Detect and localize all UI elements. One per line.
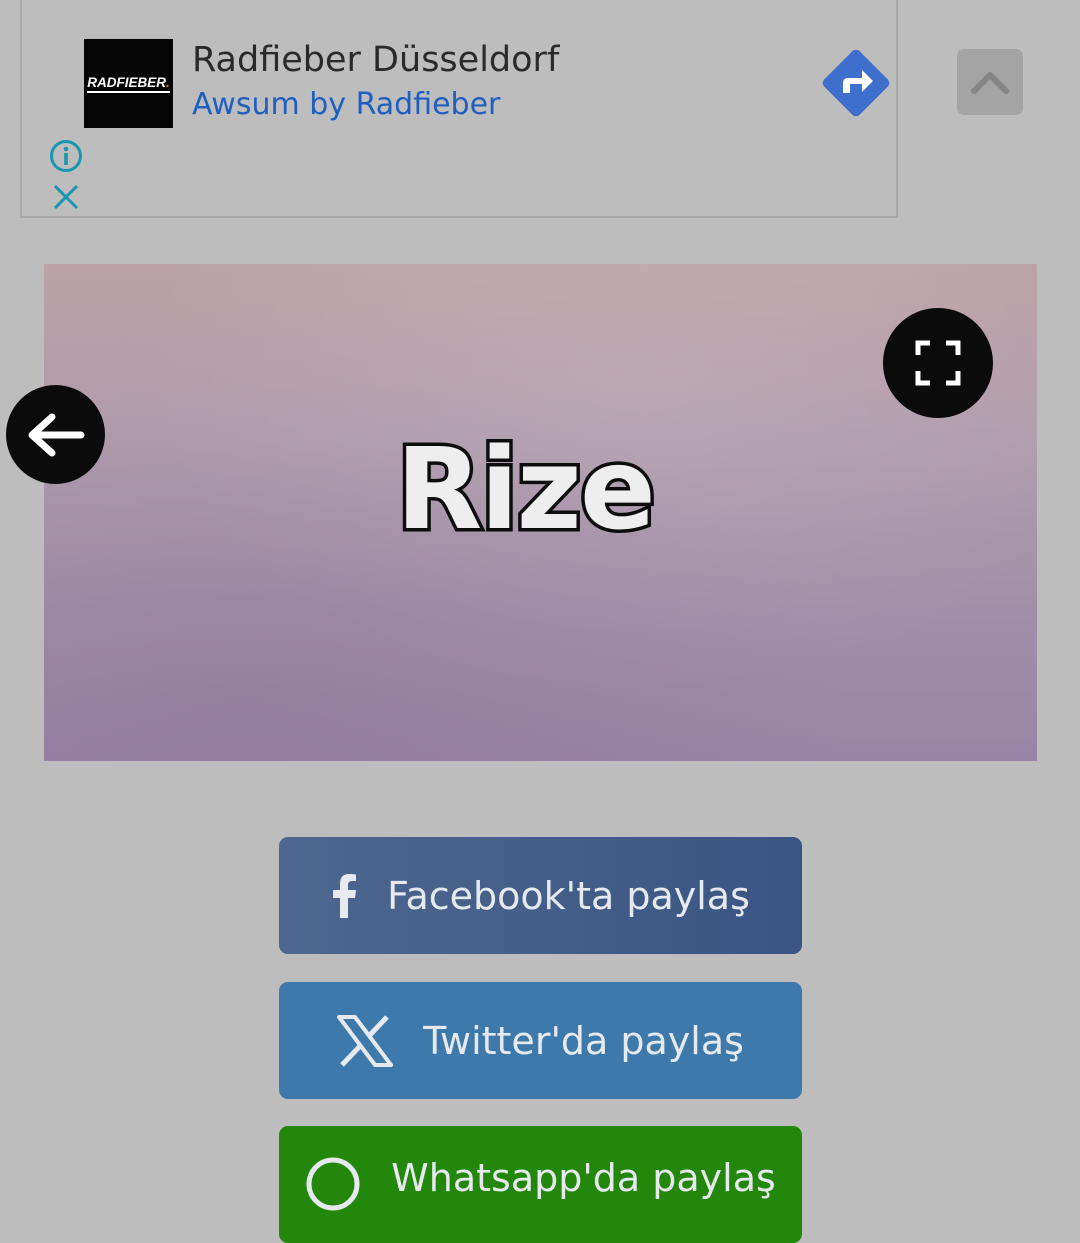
chevron-up-icon (971, 72, 1009, 94)
x-twitter-icon (337, 1014, 394, 1067)
share-facebook-button[interactable]: Facebook'ta paylaş (279, 837, 802, 954)
directions-icon[interactable] (818, 45, 894, 121)
hero-title: Rize (393, 425, 660, 555)
facebook-icon (331, 873, 357, 918)
fullscreen-button[interactable] (883, 308, 993, 418)
ad-subtitle[interactable]: Awsum by Radfieber (192, 87, 500, 122)
ad-logo-text-dot: . (166, 74, 170, 90)
share-facebook-label: Facebook'ta paylaş (387, 873, 750, 918)
ad-logo-text: RADFIEBER. (87, 75, 170, 93)
share-twitter-label: Twitter'da paylaş (423, 1018, 744, 1063)
share-whatsapp-button[interactable]: Whatsapp'da paylaş (279, 1126, 802, 1243)
share-twitter-button[interactable]: Twitter'da paylaş (279, 982, 802, 1099)
whatsapp-icon (305, 1156, 361, 1212)
scroll-to-top-button[interactable] (957, 49, 1023, 115)
ad-logo[interactable]: RADFIEBER. (84, 39, 173, 128)
fullscreen-icon (915, 340, 961, 386)
ad-title[interactable]: Radfieber Düsseldorf (192, 40, 559, 80)
back-button[interactable] (6, 385, 105, 484)
ad-banner[interactable]: RADFIEBER. Radfieber Düsseldorf Awsum by… (20, 0, 898, 218)
arrow-left-icon (28, 413, 84, 456)
ad-logo-text-main: RADFIEBER (87, 74, 166, 90)
share-whatsapp-label: Whatsapp'da paylaş (391, 1156, 776, 1200)
info-icon[interactable] (49, 139, 83, 173)
close-icon[interactable] (51, 182, 81, 212)
